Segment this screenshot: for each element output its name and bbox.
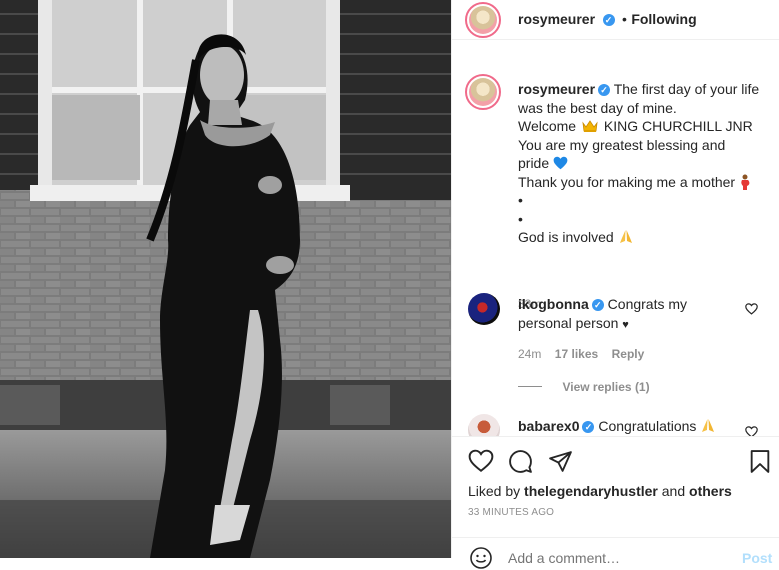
header-separator: • <box>621 11 627 27</box>
caption-line: pride <box>518 155 550 171</box>
comment-text: babarex0 ✓ Congratulations <box>518 417 716 436</box>
caption-line: God is involved <box>518 229 614 245</box>
photo-image <box>0 0 451 558</box>
liked-by-user[interactable]: thelegendaryhustler <box>524 483 658 499</box>
caption-line: Thank you for making me a mother <box>518 173 736 190</box>
replies-divider <box>518 386 542 388</box>
share-icon[interactable] <box>548 449 573 474</box>
verified-badge-icon: ✓ <box>591 299 604 312</box>
comment-input[interactable] <box>508 547 708 569</box>
pregnant-emoji-icon <box>739 174 751 190</box>
post-header: rosymeurer ✓ • Following <box>452 0 779 40</box>
caption-avatar[interactable] <box>465 74 501 110</box>
liked-by-prefix: Liked by <box>468 483 521 499</box>
commenter-avatar[interactable] <box>468 414 500 436</box>
reply-button[interactable]: Reply <box>612 347 645 361</box>
comment-meta: 24m 17 likes Reply <box>518 345 644 363</box>
view-replies-row[interactable]: View replies (1) <box>518 378 650 396</box>
pray-emoji-icon <box>700 418 716 433</box>
caption-line: was the best day of mine. <box>518 99 677 116</box>
liked-by: Liked by thelegendaryhustler and others <box>468 483 732 499</box>
heart-glyph: ♥ <box>622 318 629 331</box>
caption-text: rosymeurer ✓ The first day of your life w… <box>518 80 768 247</box>
comment-text: ikogbonna ✓ Congrats my personal person ♥ <box>518 295 738 334</box>
caption-line: The first day of your life <box>613 81 760 97</box>
caption-line: KING CHURCHILL JNR <box>603 118 753 134</box>
commenter-avatar[interactable] <box>468 293 500 325</box>
post-actions: Liked by thelegendaryhustler and others … <box>452 436 779 569</box>
emoji-icon[interactable] <box>469 546 493 570</box>
comment-line: Congrats my <box>607 296 688 312</box>
comment-time[interactable]: 24m <box>518 347 541 361</box>
verified-badge-icon: ✓ <box>602 13 615 26</box>
caption-line: Welcome <box>518 118 577 134</box>
verified-badge-icon: ✓ <box>598 84 611 97</box>
comment-like-heart-icon[interactable] <box>745 303 758 315</box>
post-sidebar: rosymeurer ✓ • Following rosymeurer ✓ The… <box>451 0 779 569</box>
author-avatar[interactable] <box>465 2 501 38</box>
commenter-username[interactable]: babarex0 <box>518 418 579 434</box>
pray-emoji-icon <box>618 229 634 244</box>
comment-like-heart-icon[interactable] <box>745 426 758 436</box>
commenter-username[interactable]: ikogbonna <box>518 296 589 312</box>
comment-likes[interactable]: 17 likes <box>555 347 598 361</box>
crown-emoji-icon <box>582 119 598 133</box>
post-comment-button[interactable]: Post <box>742 550 772 566</box>
caption-username[interactable]: rosymeurer <box>518 81 595 97</box>
post-timestamp[interactable]: 33 MINUTES AGO <box>468 507 554 518</box>
comment-icon[interactable] <box>508 449 533 474</box>
verified-badge-icon: ✓ <box>582 421 595 434</box>
following-button[interactable]: Following <box>631 11 696 27</box>
liked-by-and: and <box>661 483 686 499</box>
view-replies-button[interactable]: View replies (1) <box>562 380 649 394</box>
liked-by-others-link[interactable]: others <box>689 483 732 499</box>
blue-heart-emoji-icon <box>553 156 568 170</box>
comment-line: Congratulations <box>598 418 697 434</box>
caption-line: • <box>518 192 523 208</box>
caption-line: • <box>518 210 523 227</box>
heart-icon[interactable] <box>468 449 494 473</box>
caption-line: You are my greatest blessing and <box>518 136 726 153</box>
comment-line: personal person <box>518 314 619 331</box>
header-user-row: rosymeurer ✓ • Following <box>518 11 697 29</box>
post-photo[interactable] <box>0 0 451 558</box>
bookmark-icon[interactable] <box>749 449 771 474</box>
author-username[interactable]: rosymeurer <box>518 11 595 27</box>
comments-area[interactable]: rosymeurer ✓ The first day of your life w… <box>452 40 779 436</box>
comment-divider <box>452 537 779 538</box>
